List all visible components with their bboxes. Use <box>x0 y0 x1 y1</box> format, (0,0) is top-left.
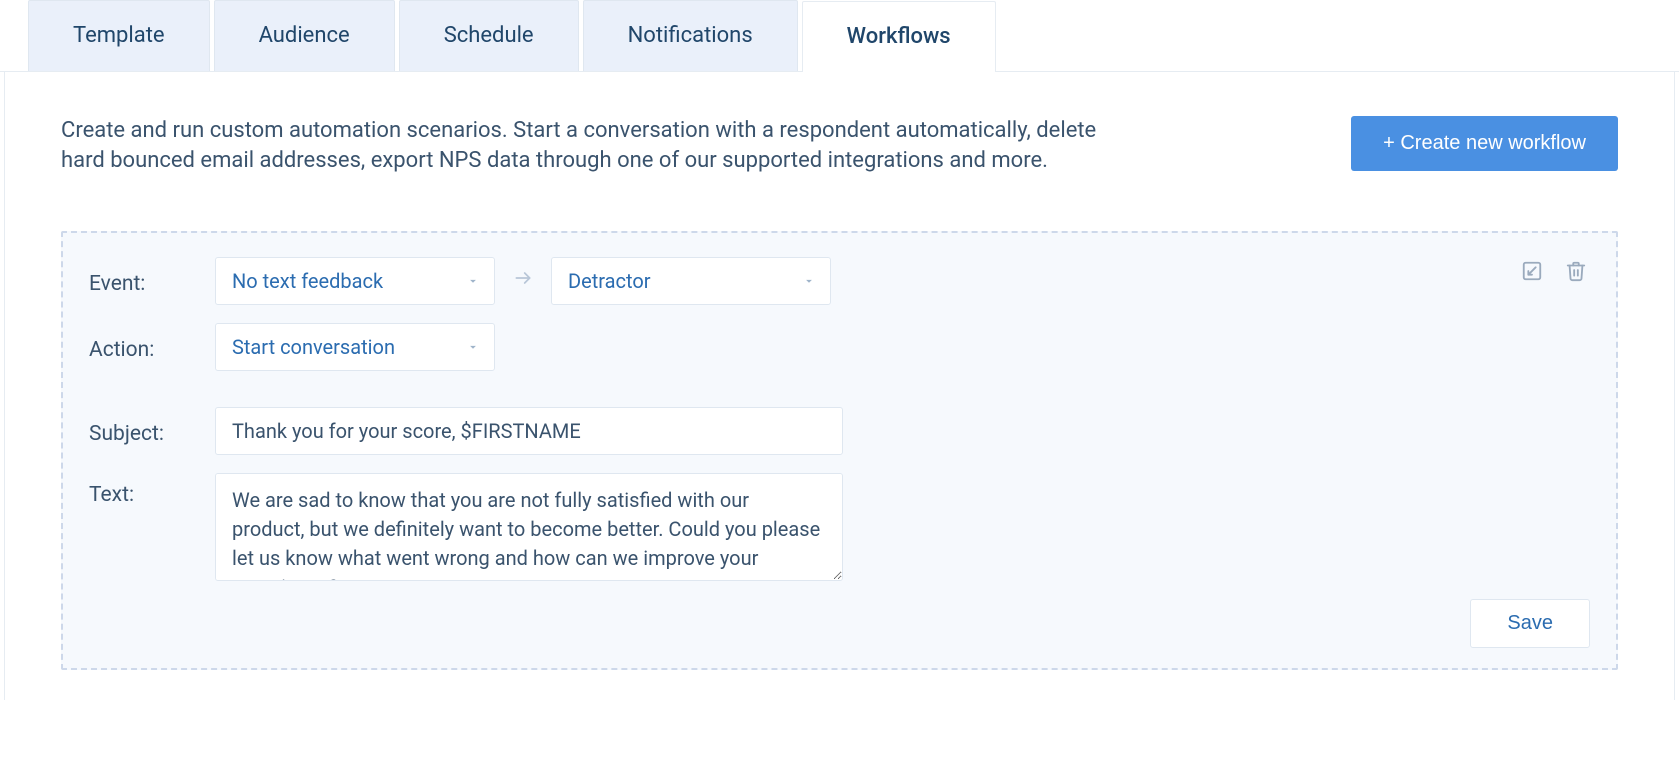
event-trigger-value: No text feedback <box>232 269 383 293</box>
intro-row: Create and run custom automation scenari… <box>61 116 1618 175</box>
action-label: Action: <box>89 332 215 362</box>
delete-icon[interactable] <box>1562 257 1590 285</box>
intro-text: Create and run custom automation scenari… <box>61 116 1101 175</box>
workflow-card: Event: No text feedback Detractor <box>61 231 1618 670</box>
subject-input[interactable] <box>215 407 843 455</box>
tab-schedule[interactable]: Schedule <box>399 0 579 71</box>
text-row: Text: <box>89 473 1590 581</box>
action-value: Start conversation <box>232 335 395 359</box>
action-row: Action: Start conversation <box>89 323 1590 371</box>
arrow-right-icon <box>513 268 533 294</box>
tab-content: Create and run custom automation scenari… <box>4 72 1675 700</box>
tab-bar: Template Audience Schedule Notifications… <box>0 0 1679 72</box>
save-button[interactable]: Save <box>1470 599 1590 648</box>
save-row: Save <box>89 599 1590 648</box>
tab-workflows[interactable]: Workflows <box>802 1 996 72</box>
event-label: Event: <box>89 266 215 296</box>
caret-down-icon <box>466 335 480 359</box>
edit-icon[interactable] <box>1518 257 1546 285</box>
tab-audience[interactable]: Audience <box>214 0 395 71</box>
text-textarea[interactable] <box>215 473 843 581</box>
create-workflow-button[interactable]: + Create new workflow <box>1351 116 1618 171</box>
page-container: Template Audience Schedule Notifications… <box>0 0 1679 778</box>
caret-down-icon <box>802 269 816 293</box>
caret-down-icon <box>466 269 480 293</box>
tab-template[interactable]: Template <box>28 0 210 71</box>
event-row: Event: No text feedback Detractor <box>89 257 1590 305</box>
event-condition-value: Detractor <box>568 269 651 293</box>
event-condition-select[interactable]: Detractor <box>551 257 831 305</box>
subject-label: Subject: <box>89 416 215 446</box>
text-label: Text: <box>89 473 215 507</box>
subject-row: Subject: <box>89 407 1590 455</box>
tab-notifications[interactable]: Notifications <box>583 0 798 71</box>
card-actions <box>1518 257 1590 285</box>
action-select[interactable]: Start conversation <box>215 323 495 371</box>
event-trigger-select[interactable]: No text feedback <box>215 257 495 305</box>
